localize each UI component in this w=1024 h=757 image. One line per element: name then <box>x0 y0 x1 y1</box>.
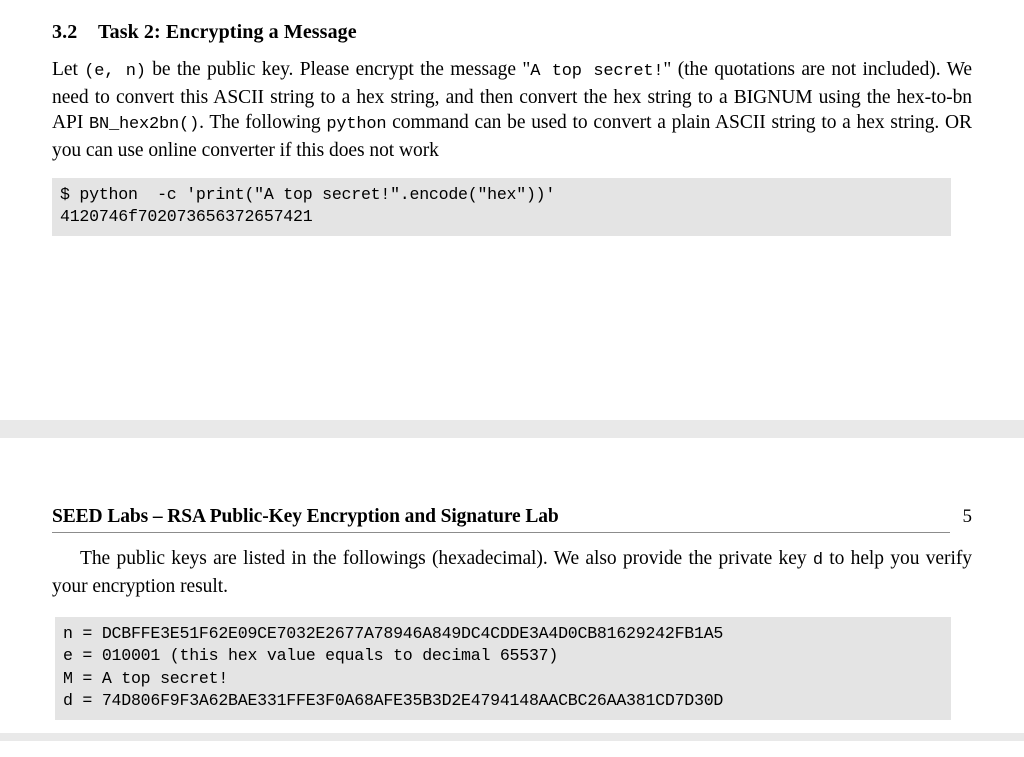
paragraph-text-2: be the public key. Please encrypt the me… <box>145 59 531 80</box>
running-head-page-number: 5 <box>962 506 973 527</box>
code-block-key-values: n = DCBFFE3E51F62E09CE7032E2677A78946A84… <box>55 617 951 720</box>
code-block-python-command-container: $ python -c 'print("A top secret!".encod… <box>52 178 951 236</box>
inline-code-python: python <box>326 115 387 134</box>
running-head-rule <box>52 532 950 533</box>
public-keys-paragraph: The public keys are listed in the follow… <box>52 546 972 599</box>
running-head-title: SEED Labs – RSA Public-Key Encryption an… <box>52 506 559 527</box>
inline-code-public-key-tuple: (e, n) <box>84 62 146 81</box>
running-head: SEED Labs – RSA Public-Key Encryption an… <box>52 438 972 528</box>
inline-code-message: A top secret! <box>530 62 664 81</box>
inline-code-bn-hex2bn: BN_hex2bn() <box>89 115 200 134</box>
page-bottom-strip <box>0 733 1024 741</box>
document-page-bottom: SEED Labs – RSA Public-Key Encryption an… <box>0 438 1024 741</box>
keys-paragraph-text-1: The public keys are listed in the follow… <box>80 548 813 569</box>
code-block-key-values-container: n = DCBFFE3E51F62E09CE7032E2677A78946A84… <box>55 617 951 720</box>
page-break-separator <box>0 420 1024 438</box>
section-title: Task 2: Encrypting a Message <box>98 21 357 43</box>
paragraph-text-4: . The following <box>199 112 327 133</box>
task2-paragraph: Let (e, n) be the public key. Please enc… <box>52 57 972 163</box>
document-page-top: 3.2 Task 2: Encrypting a Message Let (e, … <box>0 0 1024 420</box>
code-block-python-command: $ python -c 'print("A top secret!".encod… <box>52 178 951 236</box>
paragraph-text-1: Let <box>52 59 85 80</box>
section-heading: 3.2 Task 2: Encrypting a Message <box>52 0 972 44</box>
section-number: 3.2 <box>52 21 78 43</box>
inline-code-private-key-d: d <box>812 551 823 570</box>
